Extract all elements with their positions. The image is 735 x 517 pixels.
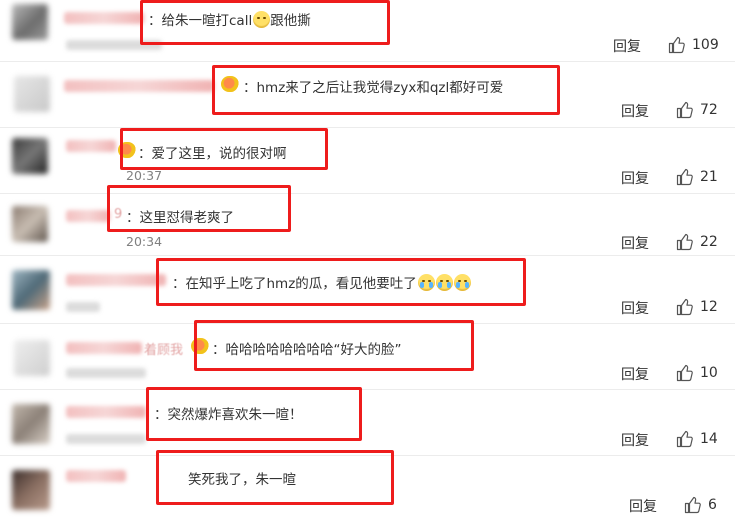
username[interactable] bbox=[66, 342, 142, 354]
comment-text-part: ：给朱一暄打call bbox=[148, 13, 253, 29]
comment-text: ：这里怼得老爽了 bbox=[126, 210, 234, 226]
comment-text: ：哈哈哈哈哈哈哈哈“好大的脸” bbox=[212, 342, 402, 358]
comment-text: 笑死我了，朱一暄 bbox=[188, 472, 296, 488]
comment-text-part: 跟他撕 bbox=[270, 13, 311, 29]
thumbs-up-icon bbox=[676, 298, 693, 316]
username[interactable] bbox=[66, 210, 110, 222]
vip-crown-icon bbox=[118, 142, 136, 158]
timestamp-blurred bbox=[66, 40, 162, 50]
comment-text: ：爱了这里，说的很对啊 bbox=[138, 146, 287, 162]
comment-row: 9 ：这里怼得老爽了 20:34 回复 22 bbox=[0, 185, 735, 256]
thumbs-up-icon bbox=[676, 364, 693, 382]
username[interactable] bbox=[66, 406, 146, 418]
username[interactable] bbox=[66, 140, 116, 152]
username[interactable] bbox=[66, 470, 126, 482]
crying-emoji-icon bbox=[435, 274, 453, 291]
like-count: 6 bbox=[708, 497, 717, 513]
username[interactable] bbox=[64, 80, 214, 92]
reply-button[interactable]: 回复 bbox=[621, 364, 649, 384]
avatar[interactable] bbox=[14, 76, 50, 112]
reply-button[interactable]: 回复 bbox=[621, 168, 649, 188]
comment-text: ：在知乎上吃了hmz的瓜，看见他要吐了 bbox=[172, 272, 471, 292]
comment-text-part: ：在知乎上吃了hmz的瓜，看见他要吐了 bbox=[172, 276, 417, 292]
like-count: 72 bbox=[700, 102, 718, 118]
avatar[interactable] bbox=[12, 138, 48, 174]
reply-button[interactable]: 回复 bbox=[621, 233, 649, 253]
username-tail[interactable]: 9 bbox=[114, 207, 122, 222]
crying-emoji-icon bbox=[453, 274, 471, 291]
avatar[interactable] bbox=[12, 206, 48, 242]
username-tail[interactable]: 着顾我 bbox=[144, 339, 183, 358]
thumbs-up-icon bbox=[676, 430, 693, 448]
reply-button[interactable]: 回复 bbox=[621, 298, 649, 318]
timestamp: 20:34 bbox=[126, 234, 163, 249]
comment-text: ：给朱一暄打call 跟他撕 bbox=[148, 9, 311, 29]
like-count: 22 bbox=[700, 234, 718, 250]
comment-row: 笑死我了，朱一暄 回复 6 bbox=[0, 450, 735, 517]
reply-button[interactable]: 回复 bbox=[621, 101, 649, 121]
comment-row: ：给朱一暄打call 跟他撕 回复 109 bbox=[0, 0, 735, 62]
like-count: 14 bbox=[700, 431, 718, 447]
reply-button[interactable]: 回复 bbox=[629, 496, 657, 516]
crying-emoji-icon bbox=[417, 274, 435, 291]
avatar[interactable] bbox=[12, 404, 50, 444]
avatar[interactable] bbox=[12, 270, 50, 310]
laughing-emoji-icon bbox=[253, 11, 271, 28]
timestamp-blurred bbox=[66, 368, 146, 378]
vip-crown-icon bbox=[221, 76, 239, 92]
thumbs-up-icon bbox=[684, 496, 701, 514]
timestamp: 20:37 bbox=[126, 168, 163, 183]
timestamp-blurred bbox=[66, 302, 100, 312]
avatar[interactable] bbox=[12, 4, 48, 40]
username[interactable] bbox=[66, 274, 166, 286]
vip-crown-icon bbox=[191, 338, 209, 354]
like-count: 21 bbox=[700, 169, 718, 185]
username[interactable] bbox=[64, 12, 144, 24]
comment-row: ：hmz来了之后让我觉得zyx和qzl都好可爱 回复 72 bbox=[0, 62, 735, 128]
reply-button[interactable]: 回复 bbox=[621, 430, 649, 450]
avatar[interactable] bbox=[14, 340, 50, 376]
comment-list: ：给朱一暄打call 跟他撕 回复 109 ：hmz来了之后让我觉得zyx和qzl… bbox=[0, 0, 735, 517]
comment-row: ：在知乎上吃了hmz的瓜，看见他要吐了 回复 12 bbox=[0, 256, 735, 324]
like-count: 12 bbox=[700, 299, 718, 315]
thumbs-up-icon bbox=[676, 168, 693, 186]
like-count: 109 bbox=[692, 37, 719, 53]
comment-row: ：爱了这里，说的很对啊 20:37 回复 21 bbox=[0, 128, 735, 194]
reply-button[interactable]: 回复 bbox=[613, 36, 641, 56]
comment-text: ：突然爆炸喜欢朱一暄！ bbox=[154, 407, 303, 423]
thumbs-up-icon bbox=[668, 36, 685, 54]
comment-text: ：hmz来了之后让我觉得zyx和qzl都好可爱 bbox=[243, 80, 504, 96]
thumbs-up-icon bbox=[676, 101, 693, 119]
timestamp-blurred bbox=[66, 434, 146, 444]
like-count: 10 bbox=[700, 365, 718, 381]
thumbs-up-icon bbox=[676, 233, 693, 251]
comment-row: ：突然爆炸喜欢朱一暄！ 回复 14 bbox=[0, 387, 735, 456]
comment-row: 着顾我 ：哈哈哈哈哈哈哈哈“好大的脸” 回复 10 bbox=[0, 320, 735, 390]
avatar[interactable] bbox=[12, 470, 50, 510]
